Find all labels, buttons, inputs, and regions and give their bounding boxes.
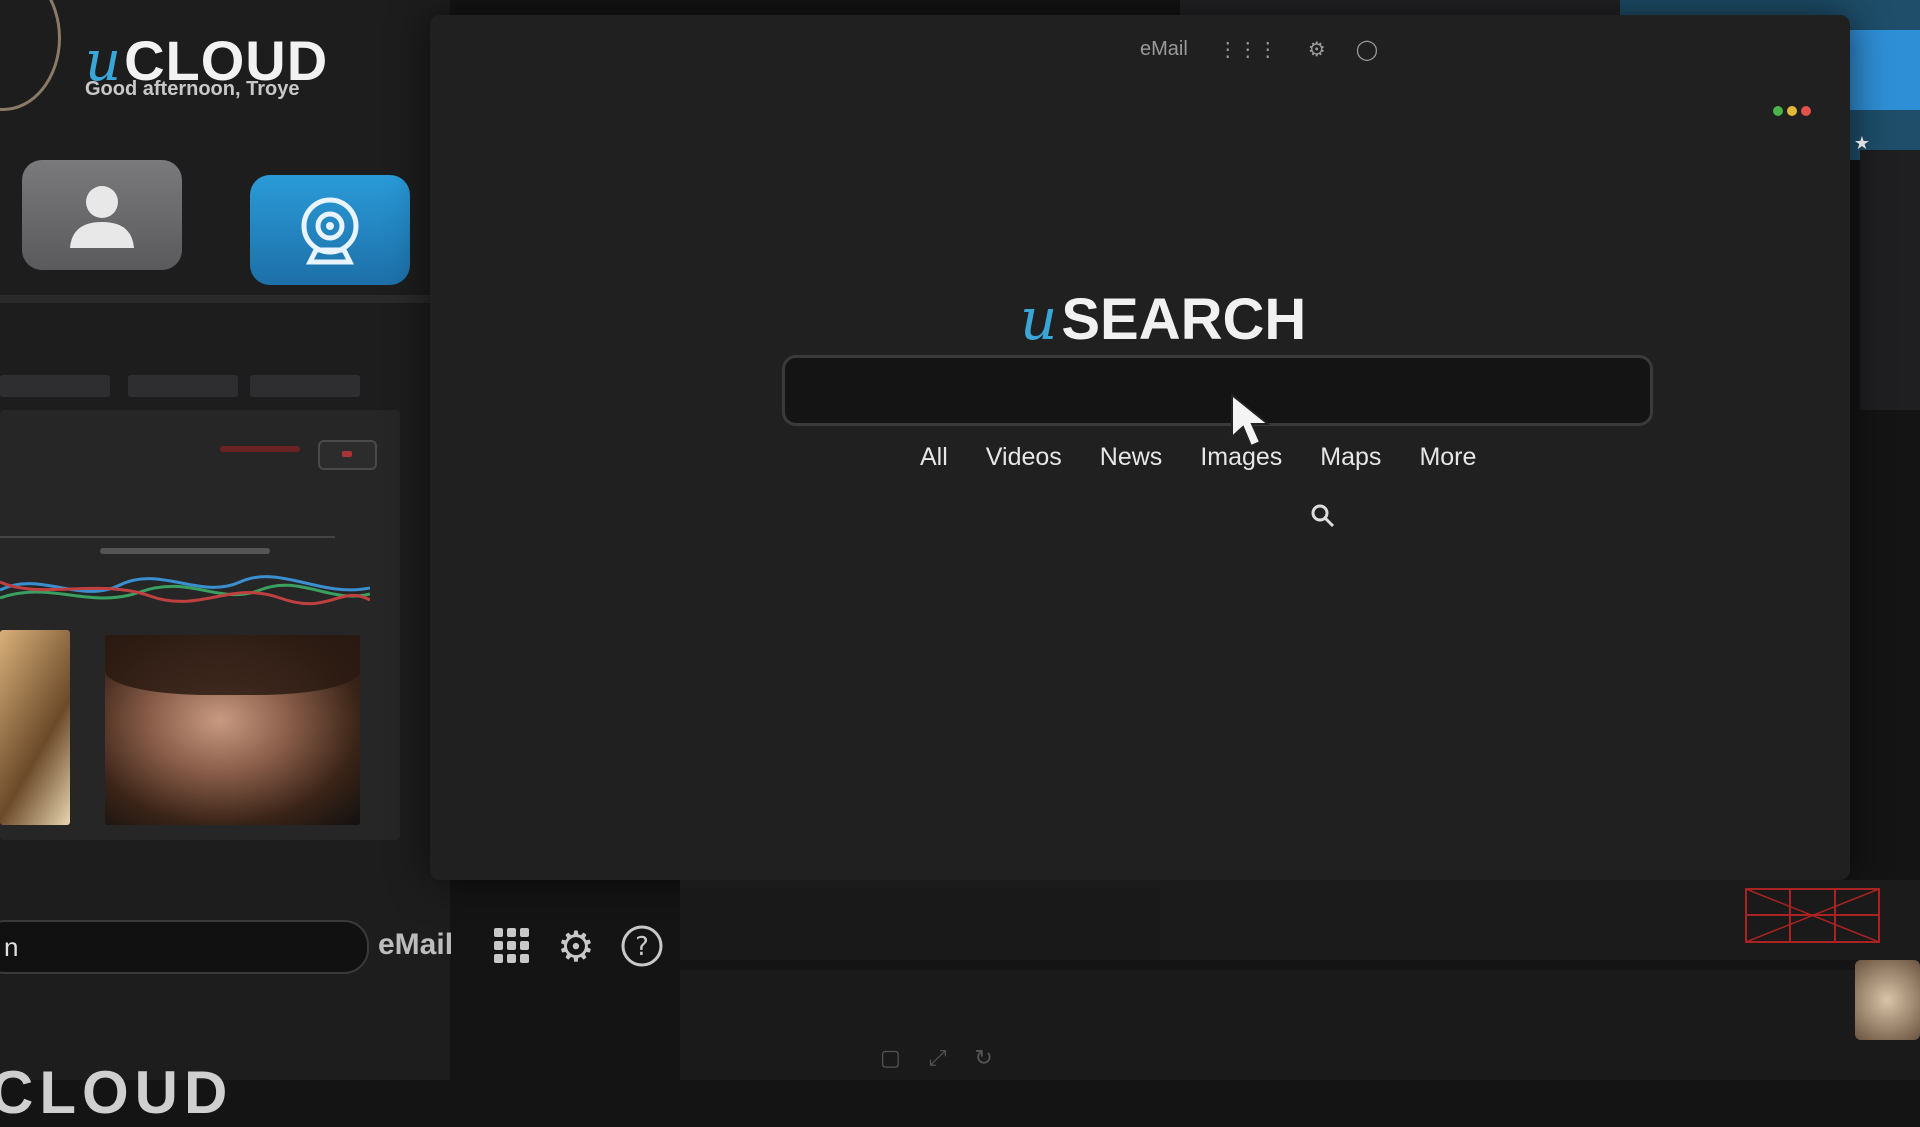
line-chart: [0, 575, 370, 606]
mouse-cursor-icon: [1231, 393, 1271, 448]
pin-icon[interactable]: ★: [1854, 133, 1870, 154]
camera-app-tile[interactable]: [250, 175, 410, 285]
gear-icon[interactable]: ⚙: [552, 922, 600, 970]
email-link[interactable]: eMail: [378, 928, 453, 962]
top-menu: eMail ⋮⋮⋮ ⚙ ◯: [1140, 37, 1378, 62]
tab-all[interactable]: All: [920, 443, 948, 472]
camera-icon[interactable]: ▢: [880, 1045, 901, 1071]
lower-toolbar: [680, 880, 1920, 960]
divider: [0, 536, 335, 538]
grid-panel: [680, 888, 1160, 960]
lower-panel: [680, 970, 1920, 1080]
usearch-window: eMail ⋮⋮⋮ ⚙ ◯ ★ uSEARCH All Videos News …: [430, 15, 1870, 880]
bottom-icon-row: ▢ ⤢ ↻: [880, 1045, 993, 1071]
divider: [0, 295, 440, 303]
apps-grid-icon[interactable]: [488, 922, 536, 970]
bottom-search-value: n: [4, 932, 19, 962]
toolbar-button[interactable]: [128, 375, 238, 397]
expand-icon[interactable]: ⤢: [929, 1045, 947, 1071]
greeting-text: Good afternoon, Troye: [85, 78, 300, 100]
window-controls[interactable]: [1773, 103, 1815, 121]
email-link[interactable]: eMail: [1140, 38, 1188, 61]
profile-avatar[interactable]: [0, 0, 61, 111]
tab-videos[interactable]: Videos: [986, 443, 1062, 472]
refresh-icon[interactable]: ↻: [974, 1045, 992, 1071]
usearch-logo-prefix: u: [1020, 285, 1058, 353]
search-input[interactable]: [782, 355, 1653, 426]
usearch-logo: uSEARCH: [1020, 285, 1306, 353]
photo-thumbnail[interactable]: [1855, 960, 1920, 1040]
background-window: [1860, 150, 1920, 410]
tab-images[interactable]: Images: [1200, 443, 1282, 472]
help-icon[interactable]: ?: [618, 922, 666, 970]
svg-text:?: ?: [635, 932, 649, 962]
toolbar-button[interactable]: [250, 375, 360, 397]
help-icon[interactable]: ◯: [1356, 37, 1378, 62]
panel-status-label: [220, 446, 300, 452]
ucloud-wordmark-bottom: CLOUD: [0, 1059, 234, 1126]
webcam-icon: [301, 197, 359, 265]
photo-detail: [105, 635, 360, 695]
search-icon[interactable]: [1310, 503, 1336, 529]
apps-grid-icon[interactable]: ⋮⋮⋮: [1218, 37, 1278, 62]
ucloud-window: uCLOUD Good afternoon, Troye n eMail ⚙ ?…: [0, 0, 663, 1126]
photo-thumbnail[interactable]: [0, 630, 70, 825]
gear-icon[interactable]: ⚙: [1308, 37, 1326, 62]
usearch-logo-text: SEARCH: [1061, 287, 1307, 352]
contacts-app-tile[interactable]: [22, 160, 182, 270]
toolbar-button[interactable]: [0, 375, 110, 397]
bottom-search-input[interactable]: n: [0, 920, 369, 974]
user-icon: [70, 186, 134, 248]
grid-thumbnail-icon[interactable]: [1745, 888, 1880, 943]
panel-close-button[interactable]: [318, 440, 377, 470]
tab-more[interactable]: More: [1419, 443, 1476, 472]
tab-news[interactable]: News: [1100, 443, 1163, 472]
tab-maps[interactable]: Maps: [1320, 443, 1381, 472]
chart-title: [100, 548, 270, 554]
search-tabs: All Videos News Images Maps More: [920, 443, 1476, 472]
